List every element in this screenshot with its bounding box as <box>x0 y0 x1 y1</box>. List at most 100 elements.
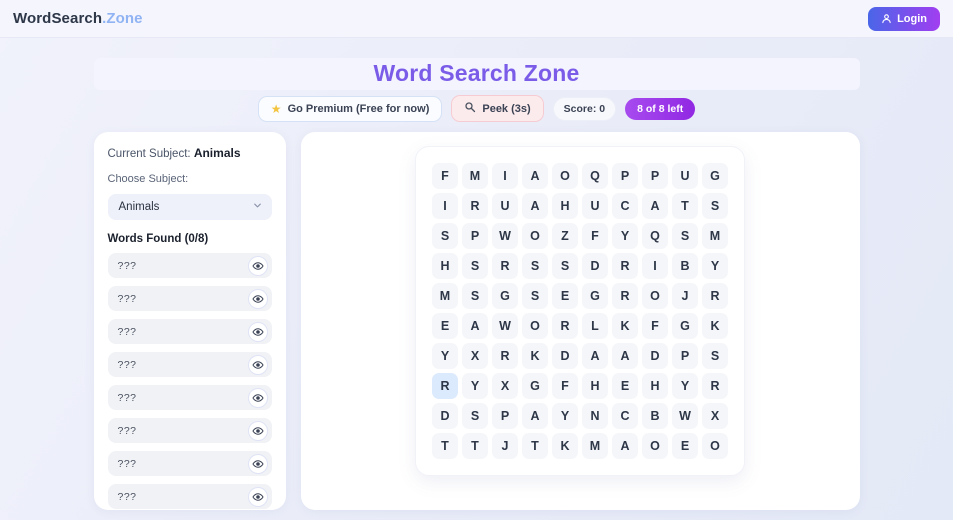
grid-cell[interactable]: X <box>702 403 728 429</box>
grid-cell[interactable]: A <box>612 433 638 459</box>
grid-cell[interactable]: R <box>432 373 458 399</box>
reveal-word-button[interactable] <box>247 420 268 441</box>
grid-cell[interactable]: J <box>492 433 518 459</box>
grid-cell[interactable]: E <box>672 433 698 459</box>
grid-cell[interactable]: L <box>582 313 608 339</box>
grid-cell[interactable]: F <box>582 223 608 249</box>
grid-cell[interactable]: K <box>522 343 548 369</box>
reveal-word-button[interactable] <box>247 453 268 474</box>
grid-cell[interactable]: F <box>432 163 458 189</box>
grid-cell[interactable]: Y <box>612 223 638 249</box>
grid-cell[interactable]: E <box>432 313 458 339</box>
grid-cell[interactable]: I <box>492 163 518 189</box>
grid-cell[interactable]: U <box>582 193 608 219</box>
grid-cell[interactable]: A <box>522 193 548 219</box>
grid-cell[interactable]: F <box>552 373 578 399</box>
reveal-word-button[interactable] <box>247 321 268 342</box>
grid-cell[interactable]: K <box>552 433 578 459</box>
grid-cell[interactable]: P <box>492 403 518 429</box>
grid-cell[interactable]: E <box>612 373 638 399</box>
grid-cell[interactable]: S <box>462 403 488 429</box>
grid-cell[interactable]: J <box>672 283 698 309</box>
grid-cell[interactable]: S <box>522 253 548 279</box>
grid-cell[interactable]: B <box>672 253 698 279</box>
grid-cell[interactable]: T <box>522 433 548 459</box>
grid-cell[interactable]: S <box>462 253 488 279</box>
grid-cell[interactable]: X <box>492 373 518 399</box>
grid-cell[interactable]: Z <box>552 223 578 249</box>
grid-cell[interactable]: M <box>582 433 608 459</box>
grid-cell[interactable]: B <box>642 403 668 429</box>
subject-select[interactable]: Animals <box>107 194 272 220</box>
grid-cell[interactable]: M <box>462 163 488 189</box>
grid-cell[interactable]: M <box>432 283 458 309</box>
grid-cell[interactable]: S <box>672 223 698 249</box>
grid-cell[interactable]: G <box>672 313 698 339</box>
grid-cell[interactable]: R <box>612 283 638 309</box>
grid-cell[interactable]: Q <box>582 163 608 189</box>
grid-cell[interactable]: X <box>462 343 488 369</box>
grid-cell[interactable]: S <box>702 193 728 219</box>
grid-cell[interactable]: O <box>642 283 668 309</box>
grid-cell[interactable]: U <box>492 193 518 219</box>
grid-cell[interactable]: U <box>672 163 698 189</box>
grid-cell[interactable]: W <box>492 313 518 339</box>
grid-cell[interactable]: S <box>432 223 458 249</box>
logo[interactable]: WordSearch.Zone <box>13 10 143 27</box>
reveal-word-button[interactable] <box>247 255 268 276</box>
grid-cell[interactable]: G <box>492 283 518 309</box>
grid-cell[interactable]: P <box>642 163 668 189</box>
grid-cell[interactable]: G <box>582 283 608 309</box>
grid-cell[interactable]: H <box>432 253 458 279</box>
grid-cell[interactable]: A <box>522 163 548 189</box>
grid-cell[interactable]: O <box>522 223 548 249</box>
grid-cell[interactable]: O <box>702 433 728 459</box>
grid-cell[interactable]: S <box>702 343 728 369</box>
login-button[interactable]: Login <box>868 6 940 31</box>
grid-cell[interactable]: N <box>582 403 608 429</box>
grid-cell[interactable]: A <box>582 343 608 369</box>
grid-cell[interactable]: Y <box>552 403 578 429</box>
grid-cell[interactable]: A <box>612 343 638 369</box>
grid-cell[interactable]: T <box>672 193 698 219</box>
grid-cell[interactable]: R <box>702 283 728 309</box>
go-premium-button[interactable]: ★ Go Premium (Free for now) <box>257 95 443 122</box>
grid-cell[interactable]: P <box>672 343 698 369</box>
grid-cell[interactable]: A <box>642 193 668 219</box>
grid-cell[interactable]: Y <box>432 343 458 369</box>
grid-cell[interactable]: C <box>612 193 638 219</box>
grid-cell[interactable]: G <box>702 163 728 189</box>
reveal-word-button[interactable] <box>247 486 268 507</box>
grid-cell[interactable]: D <box>642 343 668 369</box>
grid-cell[interactable]: H <box>552 193 578 219</box>
grid-cell[interactable]: K <box>612 313 638 339</box>
grid-cell[interactable]: Y <box>462 373 488 399</box>
reveal-word-button[interactable] <box>247 387 268 408</box>
grid-cell[interactable]: D <box>582 253 608 279</box>
grid-cell[interactable]: E <box>552 283 578 309</box>
grid-cell[interactable]: R <box>612 253 638 279</box>
grid-cell[interactable]: W <box>492 223 518 249</box>
grid-cell[interactable]: F <box>642 313 668 339</box>
grid-cell[interactable]: O <box>642 433 668 459</box>
grid-cell[interactable]: M <box>702 223 728 249</box>
grid-cell[interactable]: R <box>462 193 488 219</box>
grid-cell[interactable]: T <box>462 433 488 459</box>
grid-cell[interactable]: K <box>702 313 728 339</box>
grid-cell[interactable]: P <box>612 163 638 189</box>
grid-cell[interactable]: P <box>462 223 488 249</box>
grid-cell[interactable]: R <box>492 343 518 369</box>
grid-cell[interactable]: G <box>522 373 548 399</box>
grid-cell[interactable]: H <box>642 373 668 399</box>
reveal-word-button[interactable] <box>247 288 268 309</box>
grid-cell[interactable]: D <box>552 343 578 369</box>
grid-cell[interactable]: R <box>552 313 578 339</box>
grid-cell[interactable]: S <box>522 283 548 309</box>
grid-cell[interactable]: R <box>492 253 518 279</box>
grid-cell[interactable]: A <box>462 313 488 339</box>
grid-cell[interactable]: Q <box>642 223 668 249</box>
grid-cell[interactable]: O <box>522 313 548 339</box>
grid-cell[interactable]: S <box>552 253 578 279</box>
reveal-word-button[interactable] <box>247 354 268 375</box>
grid-cell[interactable]: W <box>672 403 698 429</box>
